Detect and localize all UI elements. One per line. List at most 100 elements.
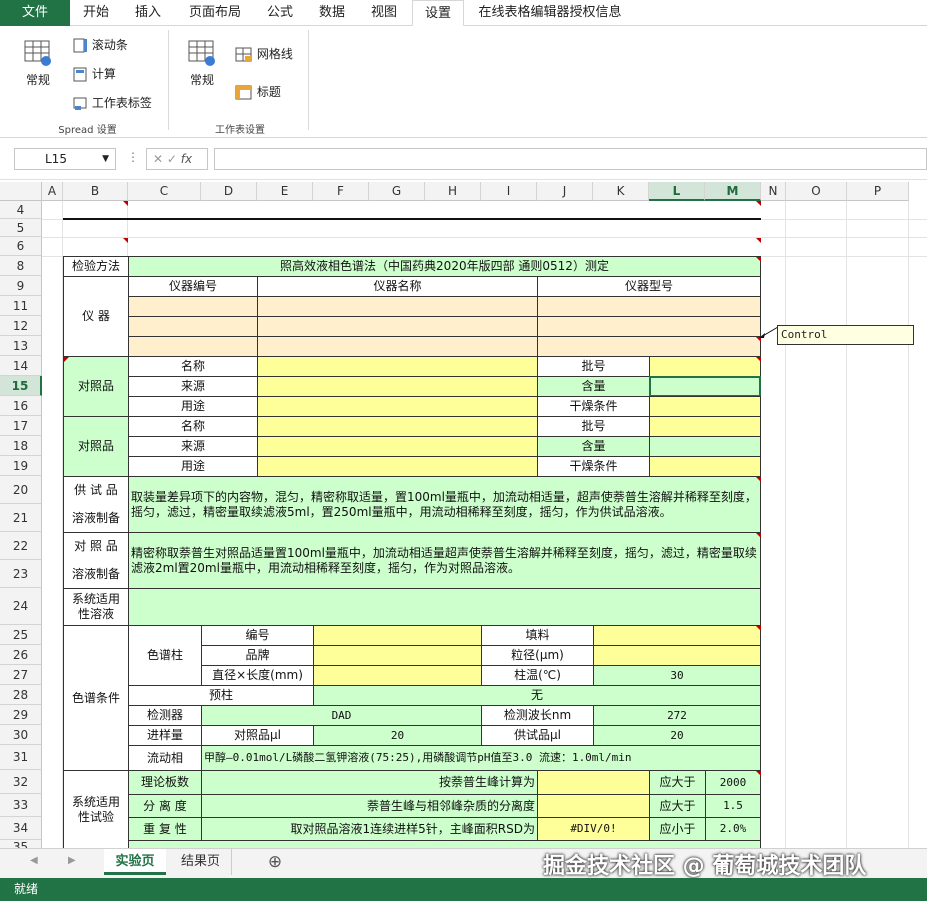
instrument-name-cell[interactable] (257, 296, 538, 317)
headings-button[interactable]: 标题 (235, 83, 281, 101)
row-header[interactable]: 4 (0, 201, 42, 219)
row-header[interactable]: 31 (0, 745, 42, 770)
wavelength-cell[interactable]: 272 (593, 705, 761, 726)
inj-sample-cell[interactable]: 20 (593, 725, 761, 746)
inj-ref-cell[interactable]: 20 (313, 725, 482, 746)
select-all-corner[interactable] (0, 182, 42, 201)
name-box[interactable]: L15 ▼ (14, 148, 116, 170)
tab-license-info[interactable]: 在线表格编辑器授权信息 (470, 0, 630, 26)
comment-indicator-icon[interactable] (123, 201, 128, 206)
row-header[interactable]: 21 (0, 504, 42, 532)
tab-home[interactable]: 开始 (74, 0, 118, 26)
comment-indicator-icon[interactable] (756, 238, 761, 243)
sample-prep-text[interactable]: 取装量差异项下的内容物，混匀，精密称取适量，置100ml量瓶中，加流动相适量，超… (128, 476, 761, 533)
detector-cell[interactable]: DAD (201, 705, 482, 726)
spread-general-button[interactable]: 常规 (18, 38, 58, 88)
row-header[interactable]: 26 (0, 645, 42, 665)
precolumn-cell[interactable]: 无 (313, 685, 761, 706)
col-header-g[interactable]: G (369, 182, 425, 201)
col-header-n[interactable]: N (761, 182, 786, 201)
ref-drying-cell[interactable] (649, 456, 761, 477)
comment-indicator-icon[interactable] (756, 357, 761, 362)
column-dimension-cell[interactable] (313, 665, 482, 686)
row-header[interactable]: 29 (0, 705, 42, 725)
sst-row-value[interactable] (537, 794, 650, 818)
row-header[interactable]: 18 (0, 436, 42, 456)
col-header-b[interactable]: B (63, 182, 128, 201)
ref-batch-cell[interactable] (649, 356, 761, 377)
col-header-p[interactable]: P (847, 182, 909, 201)
ref-usage-cell[interactable] (257, 396, 538, 417)
sst-solution-cell[interactable] (128, 588, 761, 626)
sst-row-value[interactable] (537, 770, 650, 795)
col-header-c[interactable]: C (128, 182, 201, 201)
spreadsheet-grid[interactable]: A B C D E F G H I J K L M N O P 4 5 6 8 … (0, 180, 927, 848)
scroll-left-icon[interactable]: ◀ (30, 855, 38, 866)
row-header[interactable]: 32 (0, 770, 42, 794)
instrument-model-cell[interactable] (537, 296, 761, 317)
ref-content-cell[interactable] (649, 436, 761, 457)
cancel-icon[interactable]: ✕ (153, 152, 163, 166)
row-header[interactable]: 23 (0, 560, 42, 588)
row-header[interactable]: 24 (0, 588, 42, 625)
sheet-tab-results[interactable]: 结果页 (170, 849, 232, 875)
instrument-number-cell[interactable] (128, 336, 258, 357)
col-header-l[interactable]: L (649, 182, 705, 201)
column-temp-cell[interactable]: 30 (593, 665, 761, 686)
row-header[interactable]: 16 (0, 396, 42, 416)
row-header[interactable]: 22 (0, 532, 42, 560)
fx-icon[interactable]: fx (181, 152, 192, 166)
sst-row-value[interactable]: #DIV/0! (537, 817, 650, 841)
ref-name-cell[interactable] (257, 416, 538, 437)
ref-source-cell[interactable] (257, 376, 538, 397)
confirm-icon[interactable]: ✓ (167, 152, 177, 166)
col-header-o[interactable]: O (786, 182, 847, 201)
row-header[interactable]: 13 (0, 336, 42, 356)
ref-source-cell[interactable] (257, 436, 538, 457)
ref-batch-cell[interactable] (649, 416, 761, 437)
tab-formulas[interactable]: 公式 (258, 0, 302, 26)
comment-indicator-icon[interactable] (756, 533, 761, 538)
instrument-number-cell[interactable] (128, 296, 258, 317)
calculation-button[interactable]: 计算 (72, 65, 116, 83)
comment-indicator-icon[interactable] (64, 357, 69, 362)
tab-page-layout[interactable]: 页面布局 (180, 0, 250, 26)
tab-data[interactable]: 数据 (310, 0, 354, 26)
col-header-e[interactable]: E (257, 182, 313, 201)
row-header[interactable]: 25 (0, 625, 42, 645)
tab-view[interactable]: 视图 (362, 0, 406, 26)
comment-indicator-icon[interactable] (123, 238, 128, 243)
row-header[interactable]: 5 (0, 219, 42, 237)
ref-name-cell[interactable] (257, 356, 538, 377)
gridlines-button[interactable]: 网格线 (235, 45, 293, 63)
instrument-model-cell[interactable] (537, 336, 761, 357)
ref-prep-text[interactable]: 精密称取萘普生对照品适量置100ml量瓶中，加流动相适量超声使萘普生溶解并稀释至… (128, 532, 761, 589)
scroll-right-icon[interactable]: ▶ (68, 855, 76, 866)
scrollbar-button[interactable]: 滚动条 (72, 36, 128, 54)
instrument-name-cell[interactable] (257, 316, 538, 337)
tab-insert[interactable]: 插入 (126, 0, 170, 26)
col-header-h[interactable]: H (425, 182, 481, 201)
sst-row-partial[interactable] (128, 840, 761, 848)
ref-content-cell-selected[interactable] (649, 376, 761, 397)
ref-usage-cell[interactable] (257, 456, 538, 477)
ref-drying-cell[interactable] (649, 396, 761, 417)
column-brand-cell[interactable] (313, 645, 482, 666)
instrument-name-cell[interactable] (257, 336, 538, 357)
tab-file[interactable]: 文件 (0, 0, 70, 26)
row-header[interactable]: 20 (0, 476, 42, 504)
col-header-i[interactable]: I (481, 182, 537, 201)
row-header[interactable]: 30 (0, 725, 42, 745)
column-number-cell[interactable] (313, 625, 482, 646)
col-header-d[interactable]: D (201, 182, 257, 201)
col-header-k[interactable]: K (593, 182, 649, 201)
instrument-model-cell[interactable] (537, 316, 761, 337)
comment-indicator-icon[interactable] (756, 257, 761, 262)
row-header[interactable]: 6 (0, 237, 42, 256)
instrument-number-cell[interactable] (128, 316, 258, 337)
col-header-a[interactable]: A (42, 182, 63, 201)
row-header[interactable]: 33 (0, 794, 42, 817)
sheet-tabs-button[interactable]: 工作表标签 (72, 94, 152, 112)
row-header[interactable]: 15 (0, 376, 42, 396)
comment-indicator-icon[interactable] (756, 771, 761, 776)
